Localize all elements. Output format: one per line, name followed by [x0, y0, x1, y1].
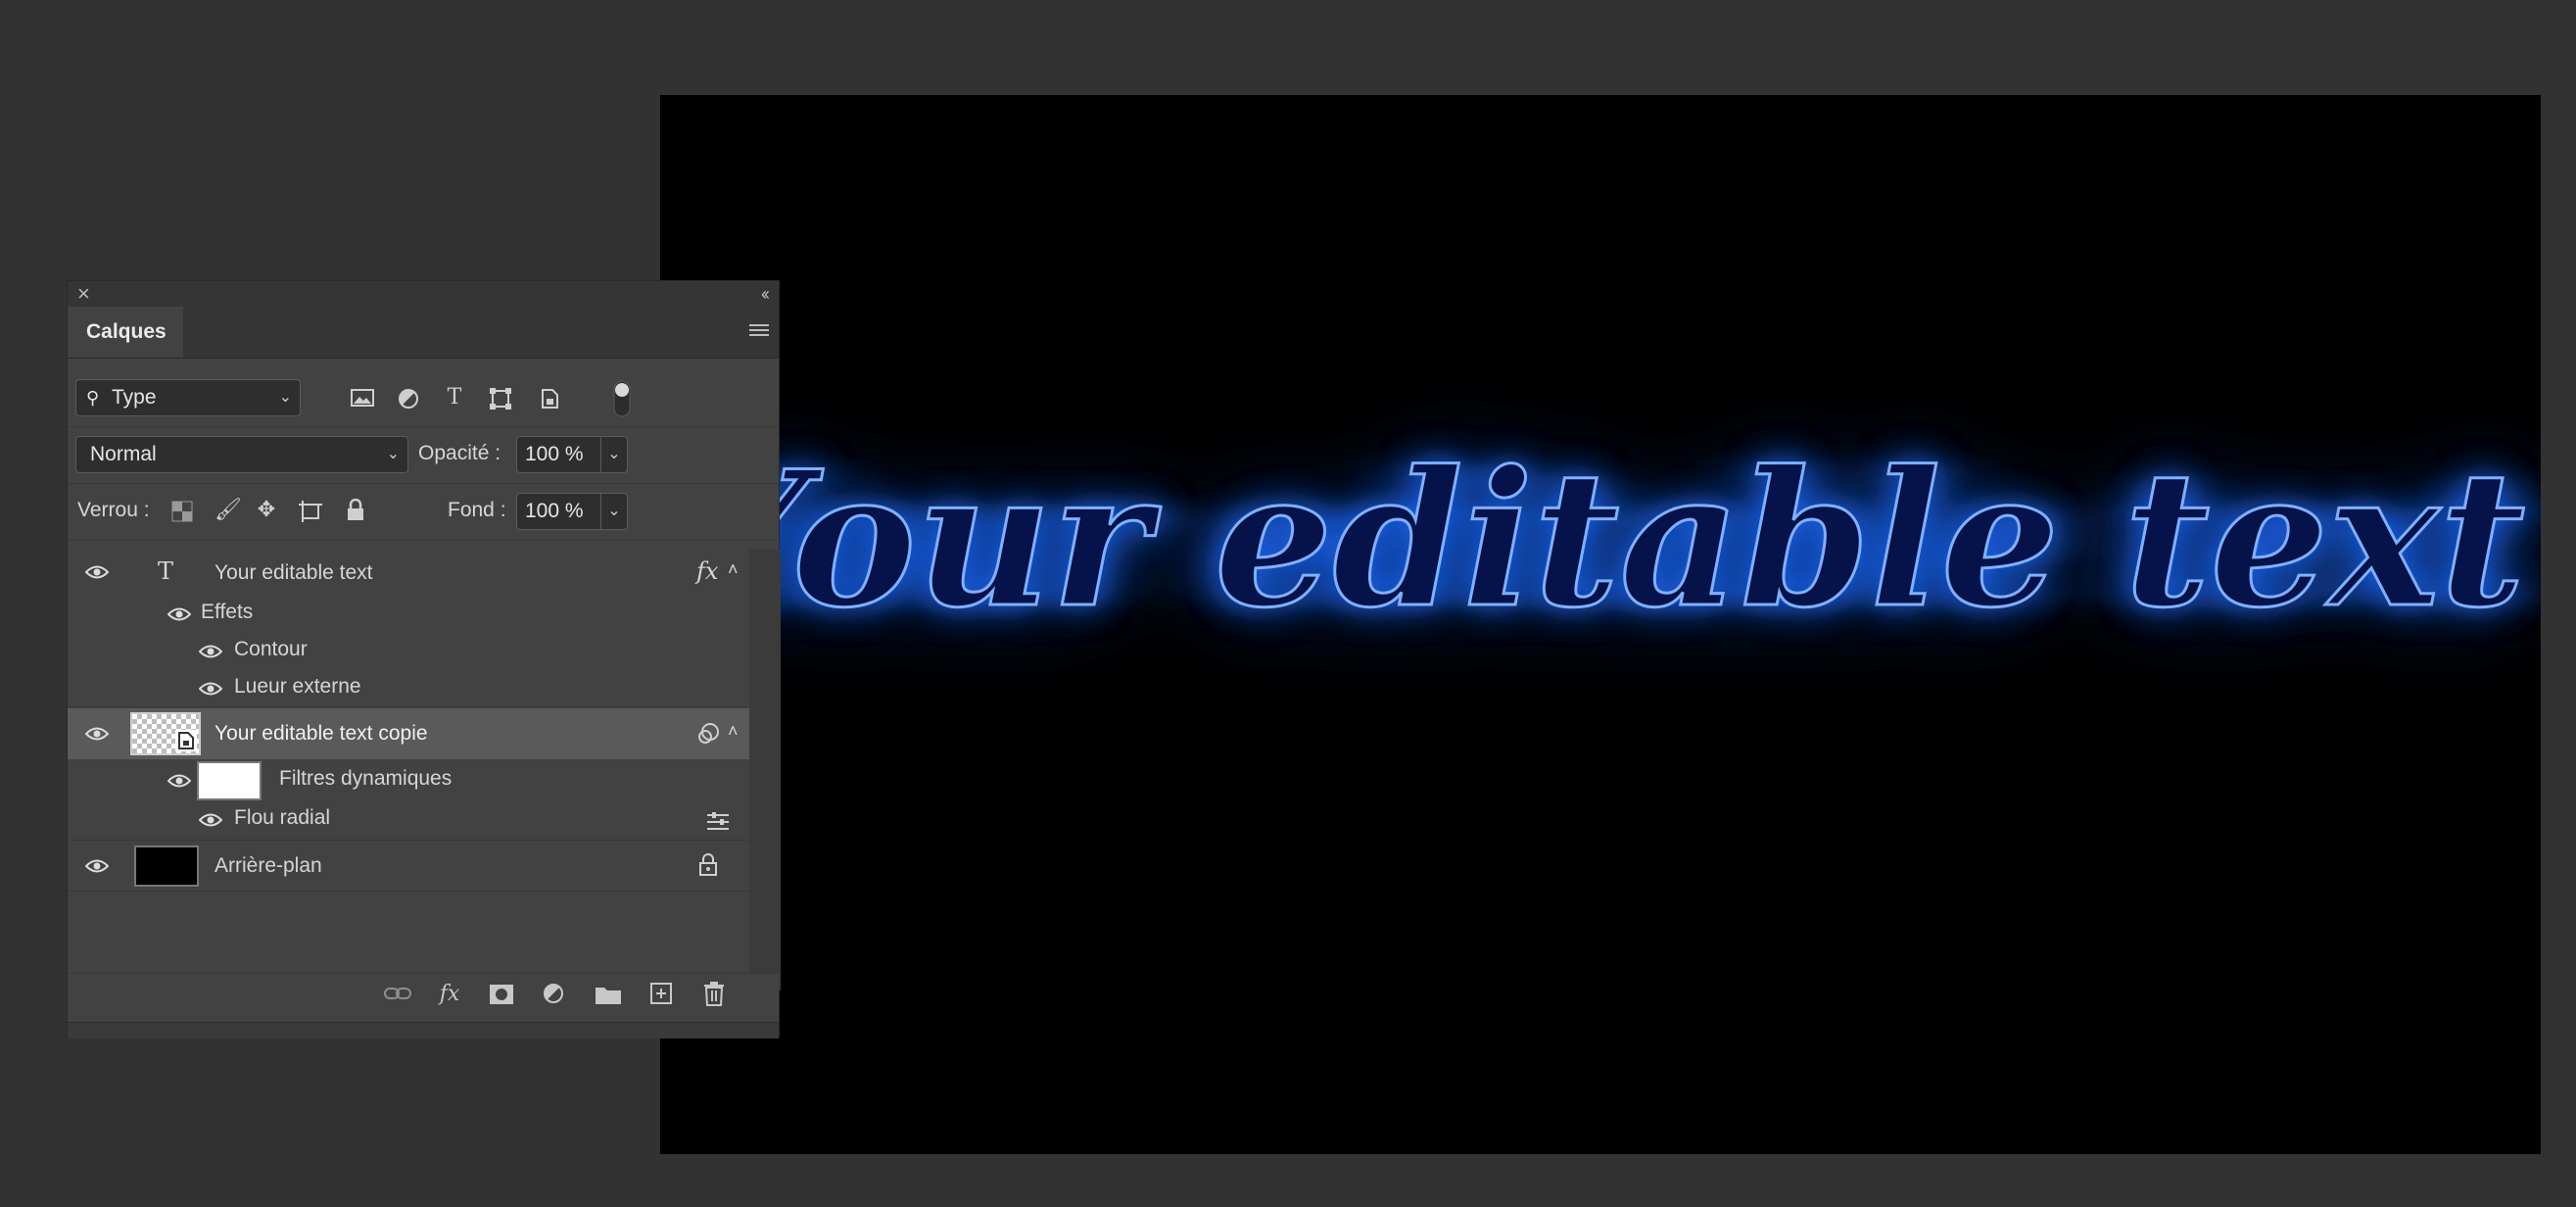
new-layer-icon[interactable]	[649, 982, 673, 1005]
layer-thumbnail[interactable]	[130, 712, 201, 755]
image-icon[interactable]	[350, 387, 375, 409]
eye-icon[interactable]	[199, 813, 222, 827]
eye-icon[interactable]	[199, 682, 222, 696]
text-layer-icon: T	[158, 557, 174, 585]
layers-scrollbar[interactable]	[749, 550, 781, 990]
opacity-value: 100 %	[525, 443, 584, 465]
tab-calques[interactable]: Calques	[68, 307, 183, 358]
opacity-label: Opacité :	[418, 442, 501, 464]
eye-icon[interactable]	[167, 774, 191, 788]
panel-horizontal-scrollbar[interactable]	[68, 1022, 779, 1038]
filter-toggle[interactable]	[610, 379, 634, 418]
mask-icon[interactable]	[489, 984, 514, 1005]
canvas-art: Your editable text Your editable text Yo…	[674, 429, 2527, 651]
chevron-down-icon[interactable]: ⌄	[600, 437, 627, 472]
blend-mode-label: Normal	[90, 443, 157, 465]
collapse-effects-icon[interactable]: ˄	[728, 559, 739, 580]
link-icon[interactable]	[383, 984, 412, 1003]
document-canvas[interactable]: Your editable text Your editable text Yo…	[660, 95, 2541, 1154]
lock-all-icon[interactable]	[346, 499, 365, 522]
layer-row-smart-object[interactable]: Your editable text copie ˄	[68, 708, 749, 759]
eye-icon[interactable]	[85, 859, 109, 873]
adjustment-icon[interactable]	[397, 387, 420, 410]
lock-transparent-icon[interactable]	[171, 501, 193, 522]
fill-label: Fond :	[448, 499, 506, 521]
shape-icon[interactable]	[489, 387, 512, 410]
smart-filter-icon[interactable]	[696, 722, 722, 746]
smart-filters-label: Filtres dynamiques	[279, 767, 453, 790]
smart-object-badge-icon	[175, 730, 197, 751]
layer-name[interactable]: Arrière-plan	[215, 854, 322, 878]
effects-label: Effets	[201, 601, 254, 623]
layers-bottom-toolbar: fx	[68, 973, 779, 1013]
collapse-filters-icon[interactable]: ˄	[728, 721, 739, 742]
close-icon[interactable]: ×	[77, 281, 90, 307]
lock-label: Verrou :	[77, 499, 150, 521]
layer-name[interactable]: Your editable text copie	[215, 722, 428, 746]
blend-mode-select[interactable]: Normal ⌄	[75, 436, 408, 473]
filter-options-icon[interactable]	[706, 810, 730, 832]
chevron-down-icon[interactable]: ⌄	[600, 494, 627, 529]
panel-menu-icon[interactable]	[749, 324, 769, 340]
editable-text[interactable]: Your editable text	[674, 429, 2527, 651]
chevron-down-icon: ⌄	[278, 389, 292, 406]
collapse-icon[interactable]: ‹‹	[761, 281, 770, 307]
trash-icon[interactable]	[702, 981, 726, 1006]
fill-field[interactable]: 100 % ⌄	[516, 493, 628, 530]
effect-name: Contour	[234, 638, 308, 660]
artboard-lock-icon[interactable]	[299, 501, 322, 522]
move-icon[interactable]: ✥	[254, 495, 279, 524]
folder-icon[interactable]	[595, 984, 622, 1005]
panel-title-bar: × ‹‹	[68, 281, 779, 307]
layer-row-background[interactable]: Arrière-plan	[68, 842, 749, 891]
type-icon[interactable]: T	[442, 383, 467, 412]
lock-icon[interactable]	[698, 853, 718, 877]
effect-row-outer-glow[interactable]: Lueur externe	[68, 669, 749, 706]
layers-panel: × ‹‹ Calques ⚲ Type ⌄ T Normal ⌄ Opacité…	[67, 280, 781, 1038]
fx-icon[interactable]: fx	[434, 980, 465, 1009]
layer-row-text[interactable]: T Your editable text fx ˄	[68, 550, 749, 595]
eye-icon[interactable]	[85, 727, 109, 741]
adjustment-icon[interactable]	[542, 982, 567, 1007]
layer-filter-select[interactable]: ⚲ Type ⌄	[75, 379, 301, 416]
filter-mask-thumbnail[interactable]	[197, 761, 262, 800]
smart-filters-row[interactable]: Filtres dynamiques	[68, 759, 749, 800]
filter-name: Flou radial	[234, 806, 331, 829]
search-icon: ⚲	[86, 388, 100, 408]
fx-icon[interactable]: fx	[696, 557, 718, 585]
smart-object-icon[interactable]	[538, 387, 561, 410]
chevron-down-icon: ⌄	[386, 446, 400, 462]
eye-icon[interactable]	[85, 565, 109, 579]
effect-row-contour[interactable]: Contour	[68, 632, 749, 669]
filter-label: Type	[112, 386, 157, 409]
filter-row-radial-blur[interactable]: Flou radial	[68, 800, 749, 840]
panel-tabs: Calques	[68, 307, 779, 359]
brush-icon[interactable]: 🖌	[215, 495, 242, 524]
layer-thumbnail[interactable]	[134, 845, 199, 887]
eye-icon[interactable]	[167, 607, 191, 621]
eye-icon[interactable]	[199, 645, 222, 658]
effects-row[interactable]: Effets	[68, 595, 749, 632]
opacity-field[interactable]: 100 % ⌄	[516, 436, 628, 473]
layer-name[interactable]: Your editable text	[215, 561, 373, 585]
fill-value: 100 %	[525, 500, 584, 522]
effect-name: Lueur externe	[234, 675, 361, 698]
